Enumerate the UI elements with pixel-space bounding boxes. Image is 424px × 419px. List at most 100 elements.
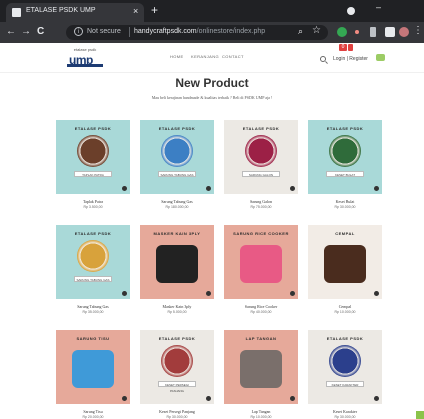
extension-pin-icon[interactable] [385, 27, 395, 37]
product-name[interactable]: Keset Persegi Panjang [140, 409, 214, 414]
cart-add-icon[interactable] [206, 186, 211, 191]
product-price: Rp 30.000,00 [166, 415, 188, 419]
product-image[interactable]: CEMPAL [308, 225, 382, 299]
search-icon[interactable]: ⌕ [298, 26, 303, 37]
product-photo [240, 245, 282, 283]
logo-underline [67, 64, 103, 67]
product-image[interactable]: ETALASE PSDK KESET BULAT [308, 120, 382, 194]
close-tab-icon[interactable]: × [133, 6, 138, 16]
login-register-links[interactable]: Login | Register [333, 56, 368, 62]
browser-menu-icon[interactable]: ⋮ [413, 25, 423, 36]
browser-tab-bar: ETALASE PSDK UMP × + – [0, 0, 424, 22]
product-price: Rp 5.000,00 [167, 310, 187, 314]
product-image-label: KESET KARAKTER [326, 381, 364, 387]
product-card[interactable]: CEMPAL Cempal Rp 10.000,00 [308, 225, 382, 325]
site-logo[interactable]: etalase psdk ump [66, 47, 104, 67]
browser-tab[interactable]: ETALASE PSDK UMP × [6, 3, 144, 22]
address-bar[interactable]: i Not secure handycraftpsdk.com/onlinest… [66, 25, 328, 40]
product-name[interactable]: Sarung Tabung Gas [56, 304, 130, 309]
product-image[interactable]: ETALASE PSDK SARUNG TABUNG GAS [56, 225, 130, 299]
product-image-heading: SARUNG TISU [76, 336, 110, 341]
product-name[interactable]: Keset Bulat [308, 199, 382, 204]
nav-keranjang[interactable]: KERANJANG [191, 54, 219, 59]
product-image-heading: LAP TANGAN [245, 336, 277, 341]
product-card[interactable]: ETALASE PSDK KESET KARAKTER Keset Karakter… [308, 330, 382, 419]
product-card[interactable]: ETALASE PSDK KESET PERSEGI PANJANG Keset P… [140, 330, 214, 419]
product-image[interactable]: LAP TANGAN [224, 330, 298, 404]
product-image[interactable]: ETALASE PSDK KESET KARAKTER [308, 330, 382, 404]
product-image-heading: ETALASE PSDK [326, 126, 364, 131]
product-price: Rp 30.000,00 [334, 205, 356, 209]
product-name[interactable]: Sarung Tisu [56, 409, 130, 414]
product-card[interactable]: ETALASE PSDK SARUNG GALON Sarung Galon Rp 7… [224, 120, 298, 220]
site-search-icon[interactable] [320, 56, 326, 62]
extension-icon[interactable] [337, 27, 347, 37]
url-text[interactable]: handycraftpsdk.com/onlinestore/index.php [134, 28, 265, 35]
product-name[interactable]: Sarung Rice Cooker [224, 304, 298, 309]
address-divider [129, 27, 130, 37]
product-photo [77, 135, 109, 167]
page-title: New Product [175, 76, 249, 90]
product-image[interactable]: ETALASE PSDK KESET PERSEGI PANJANG [140, 330, 214, 404]
extension-dot-icon[interactable] [355, 30, 359, 34]
product-name[interactable]: Taplak Patra [56, 199, 130, 204]
product-name[interactable]: Lap Tangan [224, 409, 298, 414]
minimize-icon[interactable]: – [376, 2, 381, 12]
product-photo [324, 245, 366, 283]
cart-add-icon[interactable] [290, 186, 295, 191]
product-name[interactable]: Keset Karakter [308, 409, 382, 414]
product-name[interactable]: Sarung Tabung Gas [140, 199, 214, 204]
product-photo [161, 135, 193, 167]
product-image-label: SARUNG GALON [242, 171, 280, 177]
forward-button[interactable]: → [21, 26, 31, 37]
product-image[interactable]: ETALASE PSDK TAPLAK PATRA [56, 120, 130, 194]
cart-add-icon[interactable] [290, 291, 295, 296]
product-card[interactable]: ETALASE PSDK SARUNG TABUNG GAS Sarung Tabu… [56, 225, 130, 325]
new-tab-button[interactable]: + [151, 3, 158, 17]
product-card[interactable]: ETALASE PSDK TAPLAK PATRA Taplak Patra Rp 3… [56, 120, 130, 220]
product-photo [329, 135, 361, 167]
scroll-to-top-button[interactable] [416, 411, 424, 419]
product-card[interactable]: ETALASE PSDK SARUNG TABUNG GAS Sarung Tabu… [140, 120, 214, 220]
product-image[interactable]: SARUNG RICE COOKER [224, 225, 298, 299]
product-image[interactable]: SARUNG TISU [56, 330, 130, 404]
product-image-heading: ETALASE PSDK [158, 336, 196, 341]
product-image-label: SARUNG TABUNG GAS [158, 171, 196, 177]
product-image[interactable]: ETALASE PSDK SARUNG GALON [224, 120, 298, 194]
avatar[interactable] [399, 27, 409, 37]
site-header: etalase psdk ump HOME KERANJANG CONTACT … [0, 43, 424, 73]
cart-add-icon[interactable] [122, 291, 127, 296]
product-card[interactable]: ETALASE PSDK KESET BULAT Keset Bulat Rp 30.… [308, 120, 382, 220]
product-price: Rp 10.000,00 [250, 415, 272, 419]
product-name[interactable]: Masker Kain 3ply [140, 304, 214, 309]
cart-add-icon[interactable] [206, 396, 211, 401]
cart-add-icon[interactable] [122, 186, 127, 191]
info-icon[interactable]: i [74, 27, 83, 36]
cart-icon[interactable] [348, 44, 353, 51]
nav-contact[interactable]: CONTACT [222, 54, 244, 59]
product-card[interactable]: SARUNG RICE COOKER Sarung Rice Cooker Rp 4… [224, 225, 298, 325]
product-name[interactable]: Cempal [308, 304, 382, 309]
back-button[interactable]: ← [6, 26, 16, 37]
product-card[interactable]: LAP TANGAN Lap Tangan Rp 10.000,00 [224, 330, 298, 419]
product-card[interactable]: SARUNG TISU Sarung Tisu Rp 20.000,00 [56, 330, 130, 419]
product-card[interactable]: MASKER KAIN 3PLY Masker Kain 3ply Rp 5.000… [140, 225, 214, 325]
product-name[interactable]: Sarung Galon [224, 199, 298, 204]
bookmark-star-icon[interactable]: ☆ [312, 25, 321, 36]
product-image[interactable]: ETALASE PSDK SARUNG TABUNG GAS [140, 120, 214, 194]
cart-add-icon[interactable] [374, 186, 379, 191]
login-icon[interactable] [376, 54, 385, 61]
product-image[interactable]: MASKER KAIN 3PLY [140, 225, 214, 299]
extension-puzzle-icon[interactable] [370, 27, 376, 37]
product-photo [240, 350, 282, 388]
nav-home[interactable]: HOME [170, 54, 184, 59]
cart-add-icon[interactable] [374, 291, 379, 296]
cart-add-icon[interactable] [290, 396, 295, 401]
cart-badge[interactable]: 0 [339, 44, 347, 51]
product-price: Rp 30.000,00 [334, 415, 356, 419]
cart-add-icon[interactable] [374, 396, 379, 401]
cart-add-icon[interactable] [206, 291, 211, 296]
cart-add-icon[interactable] [122, 396, 127, 401]
profile-icon[interactable] [347, 7, 355, 15]
reload-button[interactable]: C [37, 26, 44, 37]
